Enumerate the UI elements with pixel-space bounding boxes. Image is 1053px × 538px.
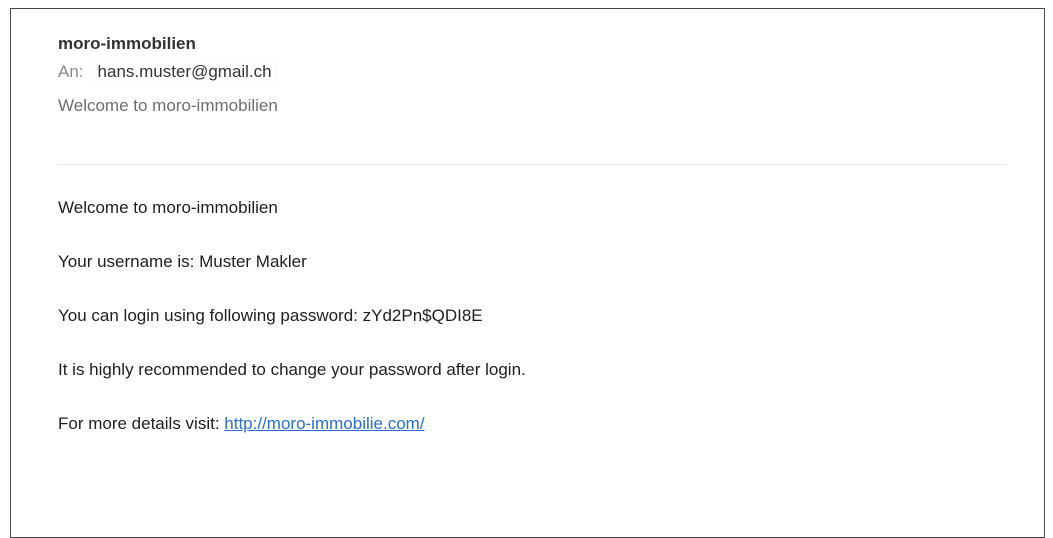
body-password: You can login using following password: …: [58, 306, 483, 325]
sender-name: moro-immobilien: [58, 34, 196, 53]
body-recommendation: It is highly recommended to change your …: [58, 360, 526, 379]
body-username: Your username is: Muster Makler: [58, 252, 307, 271]
email-subject: Welcome to moro-immobilien: [58, 96, 278, 115]
details-prefix: For more details visit:: [58, 414, 225, 433]
recipient-label: An:: [58, 62, 84, 81]
recipient-line: An: hans.muster@gmail.ch: [58, 58, 1004, 86]
body-details-line: For more details visit: http://moro-immo…: [58, 411, 1004, 437]
email-header: moro-immobilien An: hans.muster@gmail.ch…: [58, 32, 1004, 118]
email-body: Welcome to moro-immobilien Your username…: [58, 195, 1004, 465]
details-link[interactable]: http://moro-immobilie.com/: [224, 414, 424, 433]
recipient-address[interactable]: hans.muster@gmail.ch: [93, 60, 276, 84]
header-divider: [58, 164, 1007, 165]
body-greeting: Welcome to moro-immobilien: [58, 198, 278, 217]
email-message-window: moro-immobilien An: hans.muster@gmail.ch…: [10, 8, 1045, 538]
